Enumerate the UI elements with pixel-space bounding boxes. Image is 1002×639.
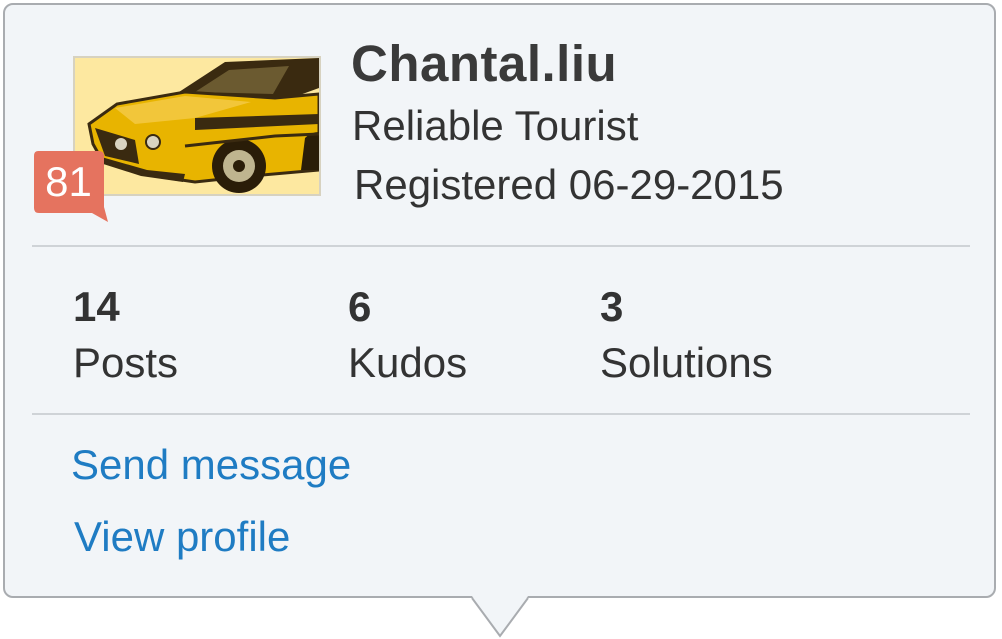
stat-value: 14 (73, 283, 120, 330)
badge-count: 81 (45, 158, 92, 205)
avatar[interactable] (73, 56, 321, 196)
car-image (75, 58, 319, 194)
send-message-link[interactable]: Send message (71, 440, 351, 490)
user-rank: Reliable Tourist (352, 102, 639, 149)
stat-solutions: 3 Solutions (600, 283, 773, 389)
stat-posts: 14 Posts (73, 283, 178, 389)
card-pointer (471, 596, 529, 638)
view-profile-link[interactable]: View profile (74, 512, 290, 562)
stat-value: 6 (348, 283, 372, 330)
stat-label: Solutions (600, 339, 773, 386)
divider (32, 413, 970, 415)
stat-label: Posts (73, 339, 179, 386)
kudos-badge: 81 (34, 151, 109, 223)
divider (32, 245, 970, 247)
stat-label: Kudos (348, 339, 468, 386)
registration-date: Registered 06-29-2015 (354, 161, 784, 208)
stat-kudos: 6 Kudos (348, 283, 467, 389)
stat-value: 3 (600, 283, 624, 330)
username[interactable]: Chantal.liu (351, 34, 617, 94)
